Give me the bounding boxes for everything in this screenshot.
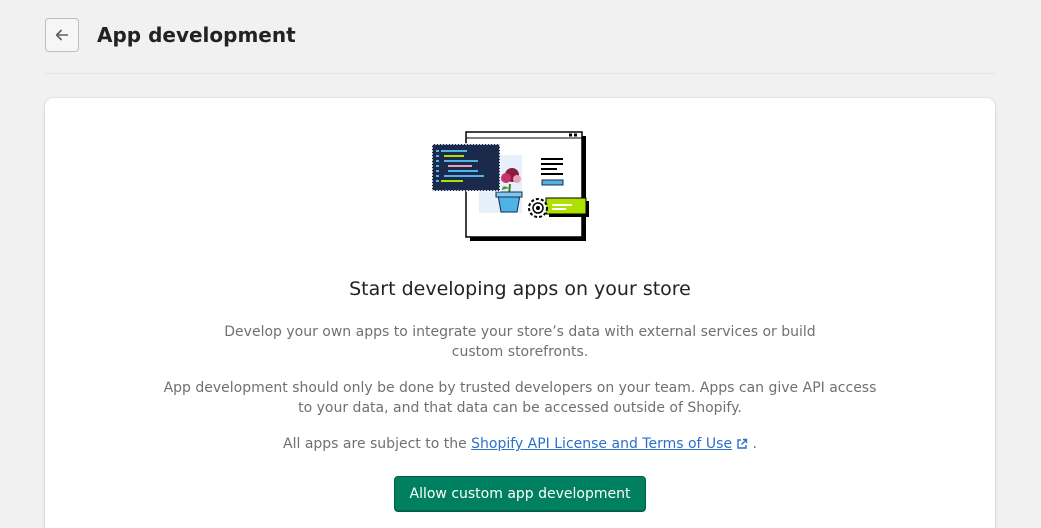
app-development-illustration: [430, 128, 595, 243]
arrow-left-icon: [53, 26, 71, 44]
primary-button-label: Allow custom app development: [409, 486, 631, 502]
empty-state-card: Start developing apps on your store Deve…: [45, 98, 995, 528]
external-link-icon: [736, 436, 748, 456]
warning-paragraph: App development should only be done by t…: [163, 380, 877, 416]
app-development-page: App development Start developing apps on…: [0, 0, 1041, 528]
empty-state-heading: Start developing apps on your store: [349, 278, 691, 300]
intro-paragraph: Develop your own apps to integrate your …: [224, 324, 816, 360]
page-title: App development: [97, 23, 296, 47]
license-suffix: .: [748, 436, 757, 452]
license-terms-link[interactable]: Shopify API License and Terms of Use: [471, 436, 748, 452]
license-prefix: All apps are subject to the: [283, 436, 472, 452]
allow-custom-app-development-button[interactable]: Allow custom app development: [394, 476, 646, 512]
page-header: App development: [45, 17, 995, 53]
header-divider: [45, 73, 995, 74]
back-button[interactable]: [45, 18, 79, 52]
license-paragraph: All apps are subject to the Shopify API …: [145, 434, 895, 456]
license-link-label: Shopify API License and Terms of Use: [471, 436, 733, 452]
